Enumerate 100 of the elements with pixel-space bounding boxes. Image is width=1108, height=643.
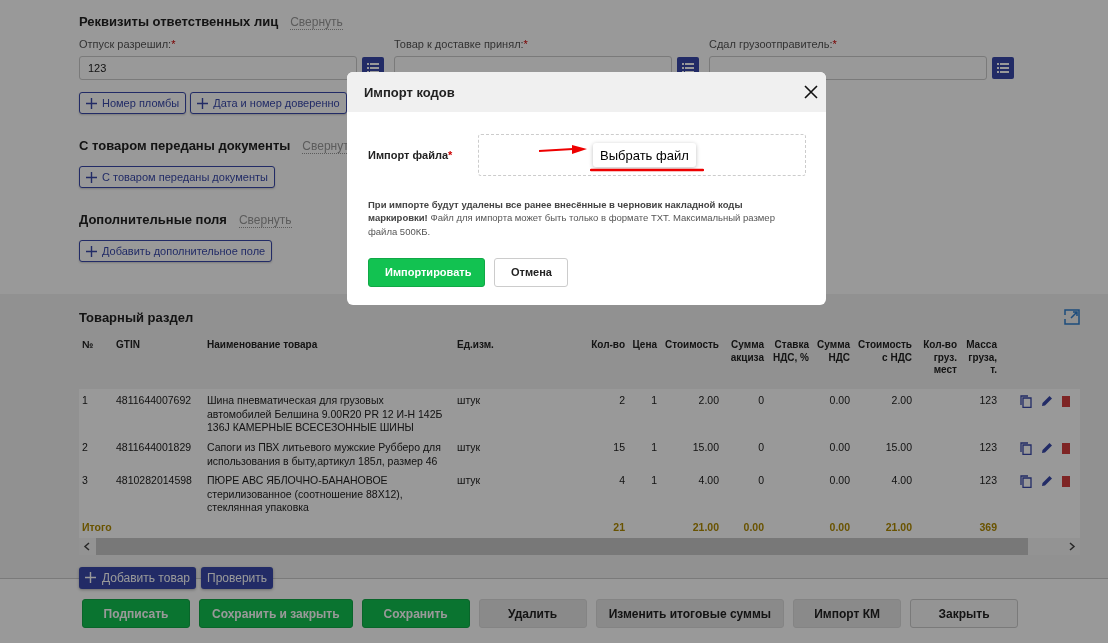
table-cell: 123 bbox=[979, 440, 997, 453]
table-cell: штук bbox=[457, 474, 481, 487]
table-cell: 2 bbox=[619, 394, 625, 406]
pencil-icon[interactable] bbox=[1041, 475, 1053, 488]
collapse-link[interactable]: Свернуть bbox=[290, 15, 343, 30]
copy-icon[interactable] bbox=[1020, 441, 1032, 455]
total-cell: 369 bbox=[979, 521, 997, 534]
column-header: Масса груза, т. bbox=[966, 339, 997, 375]
section-title: Реквизиты ответственных лиц bbox=[79, 14, 279, 29]
footer-button[interactable]: Закрыть bbox=[910, 599, 1019, 628]
table-cell: 4811644007692 bbox=[116, 394, 192, 406]
required-mark: * bbox=[523, 38, 528, 50]
plus-icon bbox=[85, 572, 96, 584]
footer-button[interactable]: Изменить итоговые суммы bbox=[595, 599, 785, 628]
column-header: Стоимость bbox=[664, 339, 719, 350]
table-cell: 1 bbox=[651, 440, 657, 453]
dialog-title: Импорт кодов bbox=[364, 84, 455, 100]
table-cell: штук bbox=[457, 440, 481, 453]
column-header: № bbox=[82, 339, 94, 350]
plus-icon bbox=[197, 97, 209, 109]
column-header: Стоимость с НДС bbox=[857, 339, 912, 363]
total-cell: 21 bbox=[613, 521, 625, 534]
table-cell: 0.00 bbox=[829, 440, 850, 453]
trash-icon[interactable] bbox=[1062, 475, 1070, 488]
total-cell: 21.00 bbox=[692, 521, 719, 534]
field-label: Импорт файла bbox=[368, 149, 449, 161]
table-cell: 4811644001829 bbox=[116, 440, 192, 453]
trash-icon[interactable] bbox=[1062, 441, 1070, 454]
column-header: GTIN bbox=[116, 339, 140, 350]
table-cell: 15.00 bbox=[692, 440, 719, 453]
table-cell: 0 bbox=[758, 440, 764, 453]
copy-icon[interactable] bbox=[1020, 475, 1032, 489]
column-header: Сумма акциза bbox=[730, 339, 764, 363]
table-cell: 2.00 bbox=[891, 394, 912, 406]
column-header: Ставка НДС, % bbox=[773, 339, 809, 363]
collapse-link[interactable]: Свернуть bbox=[238, 213, 292, 228]
table-cell: 4810282014598 bbox=[116, 474, 192, 487]
field-label: Товар к доставке принял: bbox=[394, 38, 524, 50]
total-cell: 0.00 bbox=[743, 521, 764, 534]
table-cell: 2.00 bbox=[698, 394, 719, 406]
table-cell: 0 bbox=[758, 474, 764, 487]
footer-button[interactable]: Импорт КМ bbox=[793, 599, 902, 628]
input-field[interactable]: 123 bbox=[79, 56, 357, 80]
table-cell: 1 bbox=[82, 394, 88, 406]
table-cell: 0 bbox=[758, 394, 764, 406]
warning-text: При импорте будут удалены все ранее внесённые в черновик накладной коды маркировки! Файл для импорта может быть только в формате TXT. Максимальный размер файла 500КБ. bbox=[368, 198, 776, 238]
file-drop-zone[interactable]: Выбрать файл bbox=[478, 134, 806, 176]
pencil-icon[interactable] bbox=[1041, 441, 1053, 454]
action-button[interactable]: Проверить bbox=[201, 566, 273, 589]
list-icon[interactable] bbox=[992, 57, 1014, 79]
arrow-icon bbox=[539, 145, 587, 155]
pencil-icon[interactable] bbox=[1041, 395, 1053, 407]
table-cell: 2 bbox=[82, 440, 88, 453]
table-cell: 123 bbox=[979, 394, 997, 406]
field-label: Сдал грузоотправитель: bbox=[709, 38, 833, 50]
expand-icon[interactable] bbox=[1064, 308, 1080, 325]
required-mark: * bbox=[448, 149, 453, 161]
column-header: Ед.изм. bbox=[457, 339, 494, 350]
plus-icon bbox=[86, 171, 97, 183]
column-header: Наименование товара bbox=[207, 339, 318, 350]
trash-icon[interactable] bbox=[1062, 395, 1070, 407]
column-header: Сумма НДС bbox=[817, 339, 850, 363]
copy-icon[interactable] bbox=[1020, 395, 1032, 408]
add-button[interactable]: Добавить дополнительное поле bbox=[79, 240, 273, 262]
section-title: Дополнительные поля bbox=[79, 212, 227, 227]
total-cell: 0.00 bbox=[829, 521, 850, 534]
plus-icon bbox=[86, 245, 97, 257]
column-header: Кол-во bbox=[591, 339, 625, 350]
table-cell: Шина пневматическая для грузовых автомобилей Белшина 9.00R20 PR 12 И-Н 142Б 136J КАМЕРНЫЕ ВСЕСЕЗОННЫЕ ШИНЫ bbox=[207, 394, 443, 434]
table-cell: ПЮРЕ АВС ЯБЛОЧНО-БАНАНОВОЕ стерилизованное (соотношение 88Х12), стеклянная упаковка bbox=[207, 474, 403, 514]
table-cell: 15 bbox=[613, 440, 625, 453]
table-cell: 0.00 bbox=[829, 394, 850, 406]
required-mark: * bbox=[832, 38, 837, 50]
required-mark: * bbox=[171, 38, 176, 50]
section-title: С товаром переданы документы bbox=[79, 138, 291, 153]
add-button[interactable]: Номер пломбы bbox=[79, 92, 187, 114]
table-cell: 1 bbox=[651, 474, 657, 487]
table-cell: штук bbox=[457, 394, 481, 406]
column-header: Кол-во груз. мест bbox=[923, 339, 957, 375]
table-cell: 4.00 bbox=[891, 474, 912, 487]
table-cell: Сапоги из ПВХ литьевого мужские Рубберо для использования в быту,артикул 185л, размер 46 bbox=[207, 440, 441, 467]
table-cell: 15.00 bbox=[885, 440, 912, 453]
close-icon[interactable] bbox=[804, 85, 818, 99]
table-cell: 1 bbox=[651, 394, 657, 406]
total-label: Итого bbox=[82, 521, 112, 534]
plus-icon bbox=[86, 97, 97, 109]
add-button[interactable]: Дата и номер доверенно bbox=[190, 92, 347, 114]
section-title: Товарный раздел bbox=[79, 310, 194, 325]
add-button[interactable]: С товаром переданы документы bbox=[79, 166, 275, 188]
dialog-button[interactable]: Отмена bbox=[494, 257, 568, 287]
table-cell: 4 bbox=[619, 474, 625, 487]
footer-button[interactable]: Удалить bbox=[478, 599, 587, 628]
choose-file-button[interactable]: Выбрать файл bbox=[593, 143, 696, 167]
total-cell: 21.00 bbox=[885, 521, 912, 534]
table-cell: 0.00 bbox=[829, 474, 850, 487]
table-cell: 3 bbox=[82, 474, 88, 487]
table-cell: 123 bbox=[979, 474, 997, 487]
field-label: Отпуск разрешил: bbox=[79, 38, 172, 50]
column-header: Цена bbox=[632, 339, 657, 350]
action-button[interactable]: Добавить товар bbox=[79, 566, 196, 589]
